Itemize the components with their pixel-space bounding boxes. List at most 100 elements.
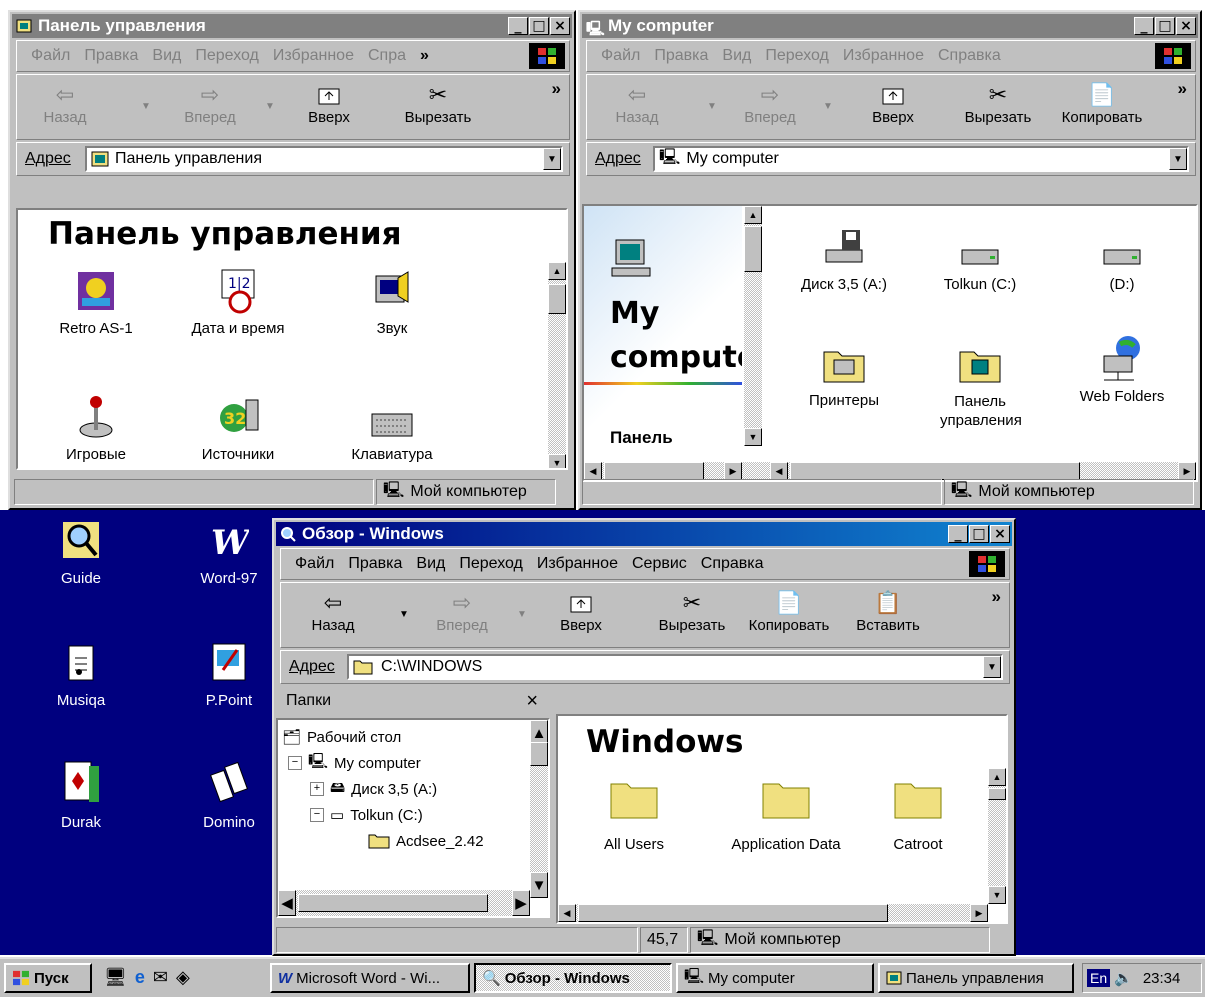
tree-item-acdsee[interactable]: Acdsee_2.42 [282, 828, 548, 854]
forward-dropdown[interactable]: ▼ [823, 101, 833, 112]
scroll-up-button[interactable]: ▲ [548, 262, 566, 280]
cp-item-keyboard[interactable]: Клавиатура [332, 388, 452, 463]
tree-expander[interactable]: − [310, 808, 324, 822]
scroll-thumb[interactable] [298, 894, 488, 912]
task-my-computer[interactable]: 🖳 My computer [676, 963, 874, 993]
menu-favorites[interactable]: Избранное [273, 47, 354, 65]
desktop-icon-durak[interactable]: Durak [36, 758, 126, 831]
forward-button[interactable]: ⇨ Вперед [735, 81, 805, 126]
scroll-left-button[interactable]: ◀ [558, 904, 576, 922]
scroll-up-button[interactable]: ▲ [744, 206, 762, 224]
start-button[interactable]: Пуск [4, 963, 92, 993]
address-field[interactable]: Панель управления ▼ [85, 146, 563, 172]
forward-dropdown[interactable]: ▼ [265, 101, 275, 112]
back-button[interactable]: ⇦ Назад [607, 81, 667, 126]
task-word[interactable]: W Microsoft Word - Wi... [270, 963, 470, 993]
desktop-icon-word[interactable]: W Word-97 [184, 514, 274, 587]
language-indicator[interactable]: En [1087, 969, 1111, 987]
cut-button[interactable]: ✂ Вырезать [647, 589, 737, 634]
address-dropdown-button[interactable]: ▼ [983, 656, 1001, 678]
cut-button[interactable]: ✂ Вырезать [953, 81, 1043, 126]
mc-item-web-folders[interactable]: Web Folders [1062, 332, 1182, 405]
desktop-icon-ppoint[interactable]: P.Point [184, 636, 274, 709]
up-button[interactable]: Вверх [863, 81, 923, 126]
menu-edit[interactable]: Правка [348, 555, 402, 573]
scroll-down-button[interactable]: ▼ [744, 428, 762, 446]
mc-item-floppy[interactable]: Диск 3,5 (A:) [784, 216, 904, 293]
scroll-down-button[interactable]: ▼ [988, 886, 1006, 904]
outlook-express-icon[interactable]: ✉ [153, 967, 168, 988]
tree-expander[interactable]: + [310, 782, 324, 796]
horizontal-scrollbar[interactable]: ◀ ▶ [278, 890, 530, 916]
control-panel-titlebar[interactable]: Панель управления _ □ × [12, 14, 572, 38]
vertical-scrollbar[interactable]: ▲ ▼ [530, 720, 548, 898]
scroll-thumb[interactable] [988, 788, 1006, 800]
clock[interactable]: 23:34 [1143, 970, 1181, 987]
menu-edit[interactable]: Правка [654, 47, 708, 65]
minimize-button[interactable]: _ [508, 17, 528, 35]
scroll-thumb[interactable] [744, 226, 762, 272]
desktop-icon-musiqa[interactable]: Musiqa [36, 636, 126, 709]
channels-icon[interactable]: ◈ [176, 967, 190, 988]
maximize-button[interactable]: □ [529, 17, 549, 35]
scroll-left-button[interactable]: ◀ [278, 890, 296, 916]
back-button[interactable]: ⇦ Назад [35, 81, 95, 126]
toolbar-more-chevron[interactable]: » [1178, 79, 1187, 99]
maximize-button[interactable]: □ [1155, 17, 1175, 35]
scroll-up-button[interactable]: ▲ [988, 768, 1006, 786]
address-field[interactable]: C:\WINDOWS ▼ [347, 654, 1003, 680]
up-button[interactable]: Вверх [299, 81, 359, 126]
back-button[interactable]: ⇦ Назад [303, 589, 363, 634]
close-button[interactable]: × [990, 525, 1010, 543]
minimize-button[interactable]: _ [948, 525, 968, 543]
menu-help[interactable]: Справка [701, 555, 764, 573]
task-control-panel[interactable]: Панель управления [878, 963, 1074, 993]
tree-item-my-computer[interactable]: − 🖳 My computer [282, 750, 548, 776]
tree-item-drive-c[interactable]: − ▭ Tolkun (C:) [282, 802, 548, 828]
menu-edit[interactable]: Правка [84, 47, 138, 65]
menu-file[interactable]: Файл [601, 47, 640, 65]
folder-item[interactable]: All Users [574, 770, 694, 853]
cp-item-games[interactable]: Игровые [36, 388, 156, 463]
folder-item[interactable]: Application Data [706, 770, 866, 853]
scroll-down-button[interactable]: ▼ [548, 454, 566, 468]
internet-explorer-icon[interactable]: e [135, 967, 145, 988]
tree-item-desktop[interactable]: 🗂 Рабочий стол [282, 724, 548, 750]
menu-view[interactable]: Вид [722, 47, 751, 65]
forward-button[interactable]: ⇨ Вперед [175, 81, 245, 126]
cp-item-datetime[interactable]: 1|2 Дата и время [178, 262, 298, 337]
toolbar-more-chevron[interactable]: » [552, 79, 561, 99]
vertical-scrollbar[interactable]: ▲ ▼ [988, 768, 1006, 904]
menu-tools[interactable]: Сервис [632, 555, 687, 573]
address-dropdown-button[interactable]: ▼ [543, 148, 561, 170]
cut-button[interactable]: ✂ Вырезать [393, 81, 483, 126]
tree-item-floppy[interactable]: + 🖴 Диск 3,5 (A:) [282, 776, 548, 802]
back-dropdown[interactable]: ▼ [399, 609, 409, 620]
menu-help[interactable]: Справка [938, 47, 1001, 65]
back-dropdown[interactable]: ▼ [141, 101, 151, 112]
vertical-scrollbar[interactable]: ▲ ▼ [548, 262, 566, 468]
paste-button[interactable]: 📋 Вставить [845, 589, 931, 634]
forward-button[interactable]: ⇨ Вперед [427, 589, 497, 634]
scroll-thumb[interactable] [530, 742, 548, 766]
close-button[interactable]: × [550, 17, 570, 35]
my-computer-titlebar[interactable]: 🖳 My computer _ □ × [582, 14, 1198, 38]
menu-more-chevron[interactable]: » [420, 47, 429, 65]
explorer-titlebar[interactable]: Обзор - Windows _ □ × [276, 522, 1012, 546]
folders-pane-close-icon[interactable]: × [526, 690, 538, 713]
menu-favorites[interactable]: Избранное [537, 555, 618, 573]
copy-button[interactable]: 📄 Копировать [1047, 81, 1157, 126]
mc-item-control-panel[interactable]: Панель управления [920, 332, 1040, 430]
menu-go[interactable]: Переход [765, 47, 829, 65]
close-button[interactable]: × [1176, 17, 1196, 35]
forward-dropdown[interactable]: ▼ [517, 609, 527, 620]
task-explorer[interactable]: 🔍 Обзор - Windows [474, 963, 672, 993]
scroll-right-button[interactable]: ▶ [512, 890, 530, 916]
menu-file[interactable]: Файл [295, 555, 334, 573]
address-field[interactable]: 🖳 My computer ▼ [653, 146, 1189, 172]
menu-help[interactable]: Спра [368, 47, 406, 65]
copy-button[interactable]: 📄 Копировать [739, 589, 839, 634]
cp-item-sound[interactable]: Звук [332, 262, 452, 337]
cp-item-datasources[interactable]: 32 Источники данных [178, 388, 298, 468]
horizontal-scrollbar[interactable]: ◀ ▶ [558, 904, 988, 922]
